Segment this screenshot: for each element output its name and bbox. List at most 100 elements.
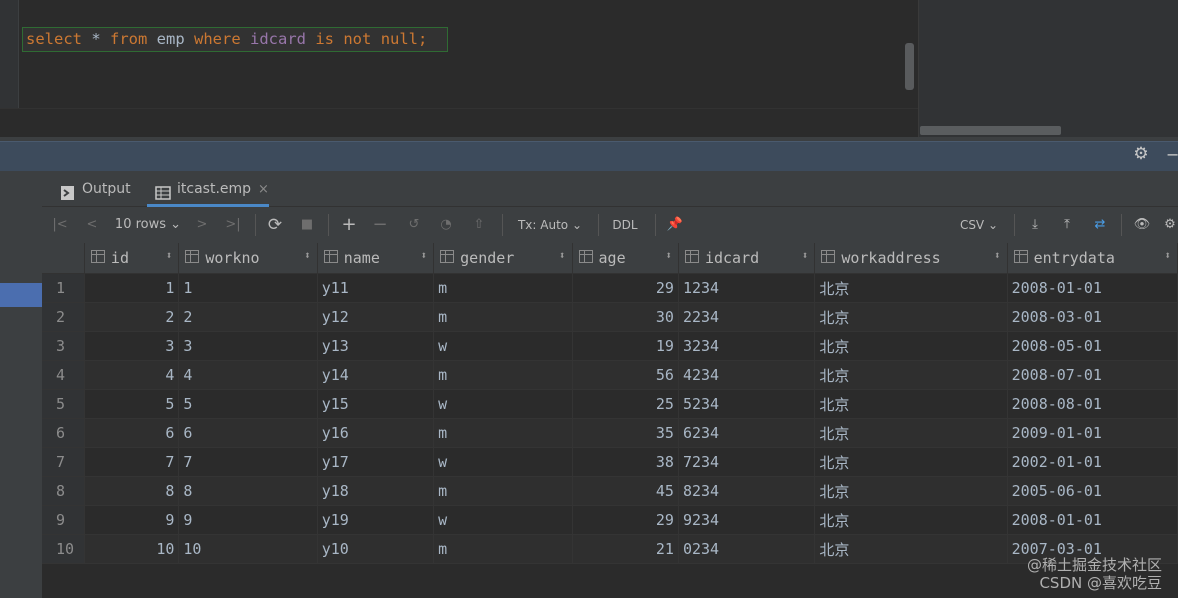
table-cell[interactable]: 8 xyxy=(178,476,318,506)
table-cell[interactable]: 2 xyxy=(178,302,318,332)
table-cell[interactable]: 8 xyxy=(84,476,180,506)
stop-icon[interactable]: ■ xyxy=(299,207,315,243)
table-cell[interactable]: w xyxy=(433,331,573,361)
tab-output[interactable]: Output xyxy=(60,171,131,206)
sql-statement[interactable]: select * from emp where idcard is not nu… xyxy=(26,30,427,48)
table-cell[interactable]: m xyxy=(433,273,573,303)
table-cell[interactable]: 北京 xyxy=(814,273,1008,303)
table-cell[interactable]: 4 xyxy=(84,360,180,390)
ddl-button[interactable]: DDL xyxy=(608,207,642,243)
table-cell[interactable]: 10 xyxy=(84,534,180,564)
table-cell[interactable]: 7234 xyxy=(678,447,816,477)
table-row[interactable]: 1 1 1 y11 m 29 1234 北京 2008-01-01 xyxy=(42,273,1178,303)
column-header-workno[interactable]: workno ⬍ xyxy=(178,243,318,274)
table-cell[interactable]: 2008-01-01 xyxy=(1007,273,1178,303)
table-cell[interactable]: 56 xyxy=(572,360,679,390)
table-cell[interactable]: 北京 xyxy=(814,302,1008,332)
services-tree-selected-item[interactable] xyxy=(0,283,42,307)
column-header-age[interactable]: age ⬍ xyxy=(572,243,679,274)
tab-itcast-emp[interactable]: itcast.emp × xyxy=(155,171,269,206)
table-row[interactable]: 3 3 3 y13 w 19 3234 北京 2008-05-01 xyxy=(42,331,1178,361)
table-cell[interactable]: 2 xyxy=(84,302,180,332)
table-cell[interactable]: 0234 xyxy=(678,534,816,564)
table-cell[interactable]: 5234 xyxy=(678,389,816,419)
table-cell[interactable]: 6234 xyxy=(678,418,816,448)
table-cell[interactable]: y19 xyxy=(317,505,435,535)
first-page-icon[interactable]: |< xyxy=(52,207,68,243)
table-cell[interactable]: 3234 xyxy=(678,331,816,361)
table-cell[interactable]: 7 xyxy=(178,447,318,477)
table-cell[interactable]: 3 xyxy=(178,331,318,361)
table-cell[interactable]: 5 xyxy=(178,389,318,419)
results-table[interactable]: id ⬍ workno ⬍ name ⬍ gender ⬍ age ⬍ idcard ⬍ workadd… xyxy=(42,243,1178,564)
table-cell[interactable]: m xyxy=(433,302,573,332)
table-cell[interactable]: 7 xyxy=(84,447,180,477)
table-cell[interactable]: 3 xyxy=(84,331,180,361)
table-row[interactable]: 2 2 2 y12 m 30 2234 北京 2008-03-01 xyxy=(42,302,1178,332)
table-cell[interactable]: m xyxy=(433,418,573,448)
table-cell[interactable]: 1 xyxy=(84,273,180,303)
table-row[interactable]: 5 5 5 y15 w 25 5234 北京 2008-08-01 xyxy=(42,389,1178,419)
table-cell[interactable]: 9 xyxy=(178,505,318,535)
submit-icon[interactable]: ⇧ xyxy=(470,207,488,243)
table-row[interactable]: 9 9 9 y19 w 29 9234 北京 2008-01-01 xyxy=(42,505,1178,535)
table-cell[interactable]: 2008-07-01 xyxy=(1007,360,1178,390)
table-cell[interactable]: 25 xyxy=(572,389,679,419)
sort-icon[interactable]: ⬍ xyxy=(559,249,566,262)
table-cell[interactable]: y16 xyxy=(317,418,435,448)
settings-icon[interactable]: ⚙ xyxy=(1162,207,1178,243)
revert-icon[interactable]: ↺ xyxy=(405,207,423,243)
table-cell[interactable]: 9234 xyxy=(678,505,816,535)
table-cell[interactable]: 29 xyxy=(572,273,679,303)
table-cell[interactable]: 2008-01-01 xyxy=(1007,505,1178,535)
table-cell[interactable]: 2008-05-01 xyxy=(1007,331,1178,361)
table-cell[interactable]: w xyxy=(433,447,573,477)
delete-row-icon[interactable]: − xyxy=(371,207,389,243)
export-format-dropdown[interactable]: CSV ⌄ xyxy=(955,207,1003,243)
table-cell[interactable]: 30 xyxy=(572,302,679,332)
table-cell[interactable]: 5 xyxy=(84,389,180,419)
table-cell[interactable]: m xyxy=(433,476,573,506)
table-cell[interactable]: y14 xyxy=(317,360,435,390)
preview-pending-icon[interactable]: ◔ xyxy=(437,207,455,243)
vertical-scrollbar[interactable] xyxy=(905,43,914,90)
table-cell[interactable]: 6 xyxy=(178,418,318,448)
minimize-icon[interactable]: − xyxy=(1166,146,1178,164)
table-row[interactable]: 7 7 7 y17 w 38 7234 北京 2002-01-01 xyxy=(42,447,1178,477)
table-cell[interactable]: 北京 xyxy=(814,447,1008,477)
table-cell[interactable]: y10 xyxy=(317,534,435,564)
sort-icon[interactable]: ⬍ xyxy=(994,249,1001,262)
table-cell[interactable]: w xyxy=(433,389,573,419)
upload-icon[interactable]: ⤒ xyxy=(1058,207,1076,243)
previous-page-icon[interactable]: < xyxy=(84,207,100,243)
table-row[interactable]: 10 10 10 y10 m 21 0234 北京 2007-03-01 xyxy=(42,534,1178,564)
horizontal-scrollbar[interactable] xyxy=(920,126,1061,135)
table-cell[interactable]: 38 xyxy=(572,447,679,477)
table-cell[interactable]: 北京 xyxy=(814,418,1008,448)
column-header-workaddress[interactable]: workaddress ⬍ xyxy=(814,243,1008,274)
table-cell[interactable]: 35 xyxy=(572,418,679,448)
table-cell[interactable]: 2008-08-01 xyxy=(1007,389,1178,419)
table-cell[interactable]: 6 xyxy=(84,418,180,448)
table-cell[interactable]: 北京 xyxy=(814,389,1008,419)
table-cell[interactable]: w xyxy=(433,505,573,535)
compare-icon[interactable]: ⇄ xyxy=(1090,207,1110,243)
last-page-icon[interactable]: >| xyxy=(224,207,242,243)
table-cell[interactable]: 4 xyxy=(178,360,318,390)
table-cell[interactable]: y11 xyxy=(317,273,435,303)
transaction-mode-dropdown[interactable]: Tx: Auto ⌄ xyxy=(514,207,586,243)
sort-icon[interactable]: ⬍ xyxy=(802,249,809,262)
column-header-id[interactable]: id ⬍ xyxy=(84,243,180,274)
table-cell[interactable]: 21 xyxy=(572,534,679,564)
table-cell[interactable]: 2009-01-01 xyxy=(1007,418,1178,448)
table-cell[interactable]: 2008-03-01 xyxy=(1007,302,1178,332)
refresh-icon[interactable]: ⟳ xyxy=(265,207,285,243)
table-cell[interactable]: 北京 xyxy=(814,505,1008,535)
add-row-icon[interactable]: + xyxy=(340,207,358,243)
gear-icon[interactable]: ⚙ xyxy=(1132,145,1150,163)
table-cell[interactable]: 北京 xyxy=(814,331,1008,361)
table-cell[interactable]: 北京 xyxy=(814,476,1008,506)
sort-icon[interactable]: ⬍ xyxy=(1164,249,1171,262)
sort-icon[interactable]: ⬍ xyxy=(166,249,173,262)
table-cell[interactable]: y18 xyxy=(317,476,435,506)
